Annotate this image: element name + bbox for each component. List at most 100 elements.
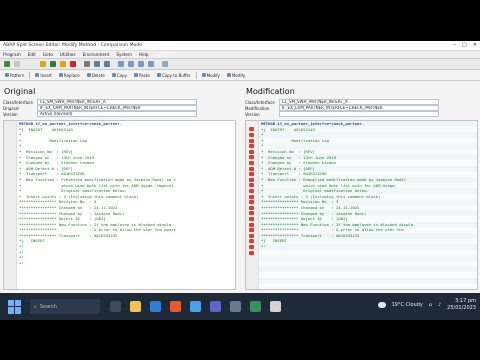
clock[interactable]: 3:17 pm 25/01/2023 — [447, 298, 476, 312]
menu-system[interactable]: System — [116, 52, 132, 57]
excel-icon[interactable] — [250, 301, 261, 312]
menu-bar: Program Edit Goto Utilities Environment … — [0, 51, 480, 59]
window-title: ABAP Split Screen Editor: Modify Method … — [3, 43, 143, 48]
minimize-icon[interactable]: – — [454, 42, 457, 48]
task-view-icon[interactable] — [110, 301, 121, 312]
close-icon[interactable]: ✕ — [473, 42, 477, 48]
maximize-icon[interactable]: □ — [462, 42, 467, 48]
method-field[interactable]: IF_EX_CRM_PARTNER_INTERFCE~CHECK_PARTNER — [37, 105, 197, 111]
change-marker-icon — [249, 239, 254, 244]
modification-meta: Class/Interface CL_SM_SWH_PARTNER_INTERF_… — [245, 99, 477, 117]
replace-button[interactable]: Replace — [57, 73, 82, 78]
original-label: Original — [3, 105, 19, 111]
pane-title-modification: Modification — [246, 87, 295, 96]
class-field[interactable]: CL_SM_SWH_PARTNER_INTERF_A — [279, 99, 439, 105]
modify-icon — [201, 73, 206, 77]
taskbar-search[interactable]: ⌕ Search — [30, 299, 100, 314]
code-line: *" — [19, 260, 24, 266]
first-page-icon[interactable] — [118, 61, 124, 67]
pinned-apps — [110, 301, 281, 312]
code-editor-original[interactable]: METHOD if_ex_partner_interfce~check_part… — [3, 120, 236, 290]
change-marker-icon — [249, 161, 254, 165]
modification-pane: Modification Class/Interface CL_SM_SWH_PA… — [242, 87, 480, 309]
change-marker-icon — [249, 144, 254, 149]
change-marker-icon — [249, 133, 254, 137]
original-meta: Class/Interface CL_SM_SWH_PARTNER_INTERF_… — [3, 99, 235, 117]
menu-edit[interactable]: Edit — [28, 52, 36, 57]
menu-utilities[interactable]: Utilities — [60, 52, 76, 57]
menu-environment[interactable]: Environment — [83, 52, 110, 57]
copy-to-buffer-button[interactable]: Copy to Buffer — [155, 73, 193, 78]
code-lines: METHOD if_ex_partner_interfce~check_part… — [261, 121, 477, 250]
change-marker-icon — [249, 166, 254, 171]
edge-icon[interactable] — [150, 301, 161, 312]
menu-goto[interactable]: Goto — [43, 52, 53, 57]
outlook-icon[interactable] — [190, 301, 201, 312]
pattern-icon — [5, 73, 9, 77]
line-gutter — [246, 121, 259, 289]
network-icon[interactable]: ⌂ — [429, 302, 432, 308]
change-marker-icon — [249, 222, 254, 227]
help-icon[interactable] — [162, 61, 168, 67]
change-marker-icon — [249, 127, 254, 132]
code-line: *" — [261, 244, 266, 250]
change-marker-icon — [249, 217, 254, 221]
insert-button[interactable]: Insert — [33, 73, 53, 78]
next-page-icon[interactable] — [138, 61, 144, 67]
change-marker-icon — [249, 211, 254, 216]
class-field[interactable]: CL_SM_SWH_PARTNER_INTERF_A — [37, 99, 197, 105]
file-explorer-icon[interactable] — [130, 301, 141, 312]
modify-button[interactable]: Modify — [200, 73, 222, 78]
modify-button-2[interactable]: Modify — [225, 73, 247, 78]
clock-time: 3:17 pm — [455, 298, 476, 304]
menu-help[interactable]: Help — [139, 52, 149, 57]
weather-text[interactable]: 19°C Cloudy — [392, 302, 423, 308]
delete-button[interactable]: Delete — [85, 73, 107, 78]
paste-button[interactable]: Paste — [132, 73, 152, 78]
pattern-button[interactable]: Pattern — [3, 73, 26, 78]
change-marker-icon — [249, 155, 254, 160]
volume-icon[interactable]: ♪ — [438, 302, 441, 308]
insert-icon — [35, 73, 40, 77]
command-field-icon[interactable] — [14, 61, 20, 67]
line-gutter — [4, 121, 17, 289]
copy-button[interactable]: Copy — [110, 73, 129, 78]
app-icon[interactable] — [270, 301, 281, 312]
system-tray: 19°C Cloudy ⌂ ♪ 3:17 pm 25/01/2023 — [377, 298, 476, 312]
menu-program[interactable]: Program — [3, 52, 21, 57]
find-icon[interactable] — [94, 61, 100, 67]
modification-label: Modification — [245, 105, 270, 111]
modify-icon — [226, 73, 231, 77]
change-marker-icon — [249, 245, 254, 249]
version-field[interactable] — [279, 111, 439, 117]
code-editor-modification[interactable]: METHOD if_ex_partner_interfce~check_part… — [245, 120, 478, 290]
sap-window: ABAP Split Screen Editor: Modify Method … — [0, 41, 480, 320]
save-icon[interactable] — [40, 61, 46, 67]
exit-icon[interactable] — [60, 61, 66, 67]
find-next-icon[interactable] — [104, 61, 110, 67]
change-marker-icon — [249, 228, 254, 233]
back-icon[interactable] — [50, 61, 56, 67]
change-marker-icon — [249, 194, 254, 199]
previous-page-icon[interactable] — [128, 61, 134, 67]
standard-toolbar — [0, 59, 480, 70]
print-icon[interactable] — [84, 61, 90, 67]
change-marker-icon — [249, 189, 254, 193]
windows-taskbar: ⌕ Search 19°C Cloudy ⌂ ♪ 3:17 pm 25/01/2… — [0, 293, 480, 320]
change-marker-icon — [249, 138, 254, 143]
teams-icon[interactable] — [210, 301, 221, 312]
start-button[interactable] — [8, 299, 22, 314]
sap-logon-icon[interactable] — [230, 301, 241, 312]
original-pane: Original Class/Interface CL_SM_SWH_PARTNE… — [0, 87, 238, 309]
cancel-icon[interactable] — [70, 61, 76, 67]
code-lines: METHOD if_ex_partner_interfce~check_part… — [19, 121, 235, 266]
enter-icon[interactable] — [4, 61, 10, 67]
change-marker-icon — [249, 233, 254, 238]
method-field[interactable]: IF_EX_CRM_PARTNER_INTERFCE~CHECK_PARTNER — [279, 105, 439, 111]
version-field[interactable]: Active (Revised) — [37, 111, 197, 117]
toolbar-divider — [195, 71, 197, 79]
buffer-icon — [156, 73, 161, 77]
version-label: Version — [3, 111, 18, 117]
last-page-icon[interactable] — [148, 61, 154, 67]
office-icon[interactable] — [170, 301, 181, 312]
